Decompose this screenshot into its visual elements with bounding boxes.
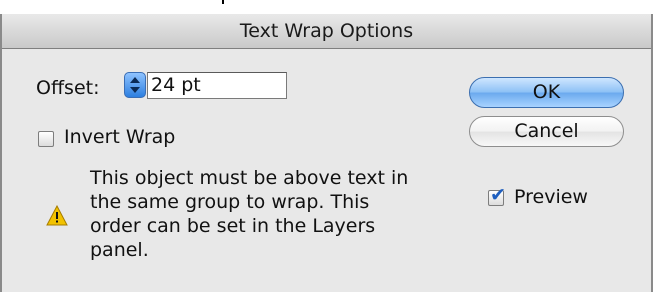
- offset-label: Offset:: [36, 77, 100, 99]
- offset-input[interactable]: 24 pt: [147, 72, 287, 99]
- preview-label[interactable]: Preview: [514, 186, 588, 208]
- cursor-tick: [222, 0, 224, 4]
- offset-stepper[interactable]: [124, 72, 146, 98]
- cancel-button[interactable]: Cancel: [469, 116, 624, 147]
- warning-icon: [46, 205, 68, 226]
- preview-checkbox[interactable]: ✔: [488, 185, 506, 206]
- ok-button[interactable]: OK: [469, 77, 624, 108]
- invert-wrap-checkbox[interactable]: [38, 131, 54, 147]
- dialog-title: Text Wrap Options: [2, 14, 651, 49]
- stepper-down-icon[interactable]: [130, 87, 140, 93]
- warning-message: This object must be above text in the sa…: [90, 167, 409, 261]
- stepper-up-icon[interactable]: [130, 77, 140, 83]
- checkmark-icon: ✔: [490, 184, 506, 206]
- invert-wrap-label[interactable]: Invert Wrap: [64, 126, 175, 148]
